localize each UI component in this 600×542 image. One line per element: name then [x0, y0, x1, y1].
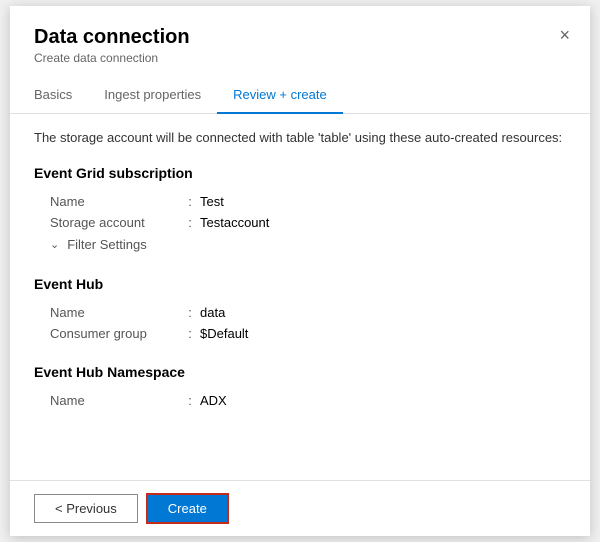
dialog-title: Data connection: [34, 26, 566, 49]
colon-4: :: [180, 326, 200, 341]
create-button[interactable]: Create: [146, 493, 229, 524]
dialog-footer: < Previous Create: [10, 480, 590, 536]
field-value-hub-name: data: [200, 305, 225, 320]
tabs-bar: Basics Ingest properties Review + create: [10, 77, 590, 114]
filter-settings-label: Filter Settings: [67, 237, 146, 252]
field-row-ns-name: Name : ADX: [34, 390, 566, 411]
chevron-down-icon: ⌄: [50, 238, 59, 251]
event-grid-title: Event Grid subscription: [34, 165, 566, 181]
field-label-consumer: Consumer group: [50, 326, 180, 341]
field-row-name: Name : Test: [34, 191, 566, 212]
field-row-consumer: Consumer group : $Default: [34, 323, 566, 344]
event-hub-section: Event Hub Name : data Consumer group : $…: [34, 276, 566, 344]
close-button[interactable]: ×: [555, 22, 574, 48]
event-hub-namespace-title: Event Hub Namespace: [34, 364, 566, 380]
colon-2: :: [180, 215, 200, 230]
event-grid-subscription-section: Event Grid subscription Name : Test Stor…: [34, 165, 566, 256]
field-value-storage: Testaccount: [200, 215, 269, 230]
field-label-name: Name: [50, 194, 180, 209]
event-hub-title: Event Hub: [34, 276, 566, 292]
info-text: The storage account will be connected wi…: [34, 130, 566, 145]
tab-ingest[interactable]: Ingest properties: [88, 77, 217, 114]
colon-5: :: [180, 393, 200, 408]
field-row-storage: Storage account : Testaccount: [34, 212, 566, 233]
filter-settings-row[interactable]: ⌄ Filter Settings: [34, 233, 566, 256]
data-connection-dialog: Data connection Create data connection ×…: [10, 6, 590, 536]
field-value-name: Test: [200, 194, 224, 209]
colon-3: :: [180, 305, 200, 320]
tab-review[interactable]: Review + create: [217, 77, 343, 114]
field-label-ns-name: Name: [50, 393, 180, 408]
tab-basics[interactable]: Basics: [34, 77, 88, 114]
field-label-hub-name: Name: [50, 305, 180, 320]
field-value-consumer: $Default: [200, 326, 248, 341]
field-row-hub-name: Name : data: [34, 302, 566, 323]
dialog-header: Data connection Create data connection: [10, 6, 590, 77]
colon-1: :: [180, 194, 200, 209]
field-label-storage: Storage account: [50, 215, 180, 230]
event-hub-namespace-section: Event Hub Namespace Name : ADX: [34, 364, 566, 411]
content-area: The storage account will be connected wi…: [10, 114, 590, 480]
field-value-ns-name: ADX: [200, 393, 227, 408]
dialog-subtitle: Create data connection: [34, 51, 566, 65]
previous-button[interactable]: < Previous: [34, 494, 138, 523]
